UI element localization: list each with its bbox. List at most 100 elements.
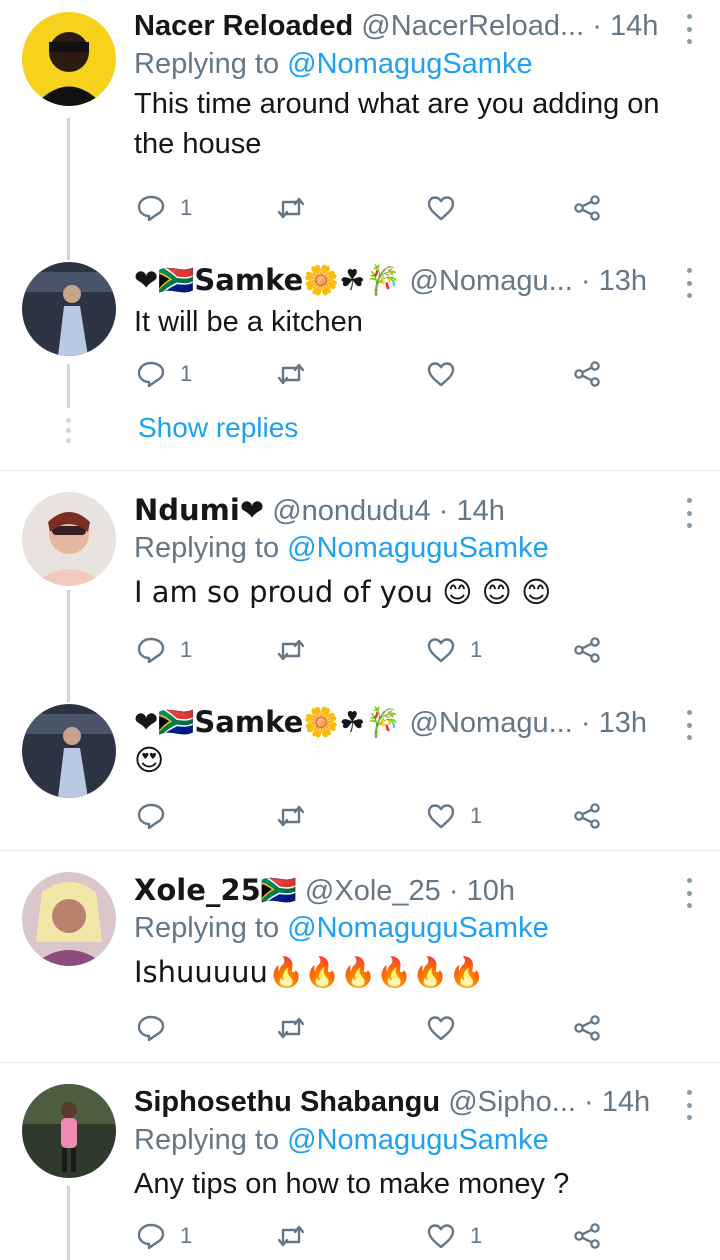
display-name[interactable]: Nacer Reloaded [134, 10, 353, 42]
reply-button[interactable]: 1 [136, 356, 192, 392]
share-button[interactable] [572, 356, 602, 392]
retweet-button[interactable] [276, 1010, 320, 1046]
mention-link[interactable]: @NomaguguSamke [287, 532, 549, 564]
tweet-text: Ishuuuuu🔥🔥🔥🔥🔥🔥 [134, 955, 485, 989]
tweet[interactable]: Siphosethu Shabangu @Sipho... · 14h Repl… [0, 1072, 720, 1260]
display-name[interactable]: ❤🇿🇦Samke🌼☘🎋 [134, 263, 401, 297]
mention-link[interactable]: @NomaguguSamke [287, 912, 549, 944]
username[interactable]: @Sipho... [448, 1086, 576, 1118]
avatar[interactable] [22, 872, 116, 966]
username[interactable]: @nondudu4 [272, 495, 430, 527]
share-icon [574, 195, 600, 221]
heart-icon [427, 804, 455, 829]
username[interactable]: @Nomagu... [410, 707, 573, 739]
reply-button[interactable]: 1 [136, 1218, 192, 1254]
like-button[interactable]: 1 [426, 1218, 482, 1254]
heart-icon [427, 1016, 455, 1041]
username[interactable]: @Nomagu... [410, 265, 573, 297]
replying-to: Replying to @NomagugSamke [134, 44, 680, 84]
more-icon[interactable] [684, 1090, 694, 1120]
retweet-button[interactable] [276, 632, 320, 668]
avatar[interactable] [22, 12, 116, 106]
reply-button[interactable]: 1 [136, 632, 192, 668]
heart-icon [427, 196, 455, 221]
reply-count: 1 [180, 195, 193, 220]
share-icon [574, 1223, 600, 1249]
retweet-icon [277, 197, 305, 219]
more-icon[interactable] [684, 14, 694, 44]
avatar[interactable] [22, 262, 116, 356]
display-name[interactable]: Xole_25🇿🇦 [134, 873, 297, 907]
timestamp[interactable]: 13h [599, 707, 647, 739]
replying-to-label: Replying to [134, 912, 288, 944]
reply-button[interactable] [136, 1010, 180, 1046]
like-button[interactable] [426, 356, 470, 392]
retweet-button[interactable] [276, 798, 320, 834]
display-name[interactable]: Ndumi❤ [134, 493, 264, 527]
more-icon[interactable] [684, 498, 694, 528]
mention-link[interactable]: @NomagugSamke [287, 48, 532, 80]
show-replies-link[interactable]: Show replies [138, 412, 298, 444]
tweet-actions [136, 1010, 616, 1046]
retweet-button[interactable] [276, 356, 320, 392]
avatar[interactable] [22, 1084, 116, 1178]
tweet[interactable]: ❤🇿🇦Samke🌼☘🎋 @Nomagu... · 13h It will be … [0, 250, 720, 470]
mention-link[interactable]: @NomaguguSamke [287, 1124, 549, 1156]
tweet[interactable]: Xole_25🇿🇦 @Xole_25 · 10h Replying to @No… [0, 860, 720, 1062]
share-button[interactable] [572, 190, 602, 226]
separator-dot: · [580, 265, 591, 297]
tweet-header: ❤🇿🇦Samke🌼☘🎋 @Nomagu... · 13h [134, 262, 680, 298]
heart-icon [427, 638, 455, 663]
display-name[interactable]: ❤🇿🇦Samke🌼☘🎋 [134, 705, 401, 739]
username[interactable]: @NacerReload... [361, 10, 584, 42]
more-icon[interactable] [684, 710, 694, 740]
share-icon [574, 637, 600, 663]
tweet-actions: 1 [136, 190, 616, 226]
share-button[interactable] [572, 1010, 602, 1046]
tweet[interactable]: Ndumi❤ @nondudu4 · 14h Replying to @Noma… [0, 480, 720, 680]
timestamp[interactable]: 10h [467, 875, 515, 907]
timestamp[interactable]: 13h [599, 265, 647, 297]
timestamp[interactable]: 14h [610, 10, 658, 42]
like-button[interactable]: 1 [426, 798, 482, 834]
avatar[interactable] [22, 492, 116, 586]
display-name[interactable]: Siphosethu Shabangu [134, 1086, 440, 1118]
share-button[interactable] [572, 1218, 602, 1254]
more-icon[interactable] [684, 878, 694, 908]
retweet-icon [277, 805, 305, 827]
avatar[interactable] [22, 704, 116, 798]
tweet-text: Any tips on how to make money ? [134, 1168, 570, 1200]
share-icon [574, 803, 600, 829]
tweet-header: Siphosethu Shabangu @Sipho... · 14h [134, 1084, 680, 1120]
retweet-button[interactable] [276, 1218, 320, 1254]
tweet[interactable]: Nacer Reloaded @NacerReload... · 14h Rep… [0, 0, 720, 240]
retweet-icon [277, 1017, 305, 1039]
tweet-text: It will be a kitchen [134, 306, 363, 338]
timestamp[interactable]: 14h [456, 495, 504, 527]
tweet-actions: 1 1 [136, 1218, 616, 1254]
replying-to-label: Replying to [134, 532, 288, 564]
tweet-header: Ndumi❤ @nondudu4 · 14h [134, 492, 680, 528]
replying-to: Replying to @NomaguguSamke [134, 908, 680, 948]
like-count: 1 [470, 803, 483, 828]
reply-count: 1 [180, 361, 193, 386]
retweet-button[interactable] [276, 190, 320, 226]
username[interactable]: @Xole_25 [305, 875, 441, 907]
heart-icon [427, 362, 455, 387]
like-button[interactable]: 1 [426, 632, 482, 668]
retweet-icon [277, 639, 305, 661]
reply-button[interactable] [136, 798, 180, 834]
replying-to-label: Replying to [134, 1124, 288, 1156]
more-icon[interactable] [684, 268, 694, 298]
replying-to-label: Replying to [134, 48, 288, 80]
like-button[interactable] [426, 190, 470, 226]
reply-count: 1 [180, 637, 193, 662]
like-button[interactable] [426, 1010, 470, 1046]
tweet-text: 😍 [134, 743, 165, 777]
tweet[interactable]: ❤🇿🇦Samke🌼☘🎋 @Nomagu... · 13h 😍 1 [0, 692, 720, 850]
share-button[interactable] [572, 798, 602, 834]
timestamp[interactable]: 14h [602, 1086, 650, 1118]
reply-button[interactable]: 1 [136, 190, 192, 226]
divider [0, 1062, 720, 1063]
share-button[interactable] [572, 632, 602, 668]
